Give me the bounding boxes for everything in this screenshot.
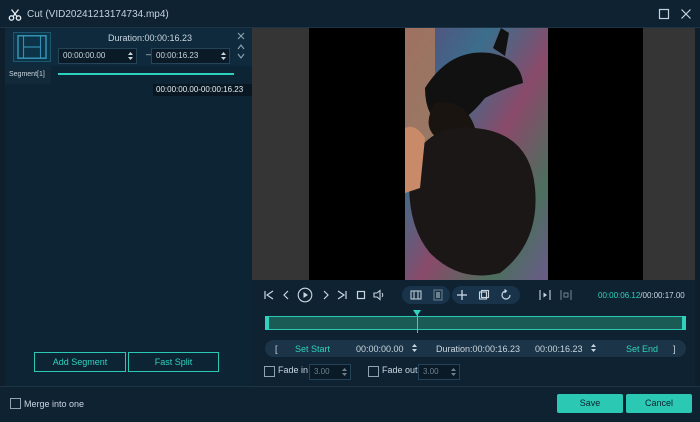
- end-spinner-icon[interactable]: [590, 342, 597, 354]
- fade-in-label: Fade in: [278, 365, 309, 375]
- trim-end-handle[interactable]: [682, 316, 686, 330]
- close-icon[interactable]: [679, 7, 693, 21]
- open-bracket: [: [275, 344, 278, 354]
- skip-to-start-icon[interactable]: [262, 288, 276, 302]
- previous-frame-icon[interactable]: [279, 288, 293, 302]
- segment-label: Segment[1]: [5, 66, 51, 84]
- segment-row[interactable]: Segment[1]: [5, 66, 252, 84]
- film-strip-icon: [13, 32, 51, 62]
- maximize-icon[interactable]: [657, 7, 671, 21]
- trim-start-handle[interactable]: [265, 316, 269, 330]
- fade-out-checkbox[interactable]: [368, 366, 379, 377]
- spinner-arrows-icon[interactable]: [127, 50, 134, 62]
- move-down-icon[interactable]: [236, 51, 246, 61]
- fade-in-row: Fade in 3.00: [264, 364, 354, 380]
- segment-start-input[interactable]: 00:00:00.00: [58, 48, 137, 64]
- add-icon[interactable]: [455, 288, 469, 302]
- scissors-icon: [8, 9, 22, 21]
- segment-start-value: 00:00:00.00: [63, 51, 106, 60]
- go-to-end-point-icon[interactable]: [559, 288, 573, 302]
- playback-controls: 00:00:06.12/00:00:17.00 [ Set Start 00:0…: [252, 280, 695, 386]
- add-segment-button[interactable]: Add Segment: [34, 352, 126, 372]
- trim-settings-bar: [ Set Start 00:00:00.00 Duration:00:00:1…: [265, 340, 686, 357]
- cancel-button[interactable]: Cancel: [626, 394, 692, 413]
- segment-duration: Duration:00:00:16.23: [108, 33, 193, 43]
- fade-out-input[interactable]: 3.00: [418, 364, 460, 380]
- go-to-start-point-icon[interactable]: [538, 288, 552, 302]
- copy-icon[interactable]: [477, 288, 491, 302]
- fade-out-label: Fade out: [382, 365, 418, 375]
- mark-in-icon[interactable]: [409, 288, 423, 302]
- playhead-marker[interactable]: [412, 310, 421, 316]
- set-end-button[interactable]: Set End: [626, 344, 658, 354]
- reset-icon[interactable]: [499, 288, 513, 302]
- segment-panel: Duration:00:00:16.23 00:00:00.00 – 00:00…: [5, 28, 253, 386]
- start-time-value[interactable]: 00:00:00.00: [356, 344, 404, 354]
- next-frame-icon[interactable]: [319, 288, 333, 302]
- fade-out-spinner-icon[interactable]: [450, 366, 457, 378]
- mark-out-icon[interactable]: [431, 288, 445, 302]
- close-bracket: ]: [673, 344, 676, 354]
- set-start-button[interactable]: Set Start: [295, 344, 330, 354]
- end-time-value[interactable]: 00:00:16.23: [535, 344, 583, 354]
- merge-checkbox[interactable]: [10, 398, 21, 409]
- fast-split-button[interactable]: Fast Split: [128, 352, 219, 372]
- fade-in-spinner-icon[interactable]: [341, 366, 348, 378]
- segment-end-input[interactable]: 00:00:16.23: [151, 48, 230, 64]
- fade-out-row: Fade out 3.00: [368, 364, 468, 380]
- current-time: 00:00:06.12: [598, 291, 641, 300]
- trim-timeline[interactable]: [265, 316, 686, 330]
- volume-icon[interactable]: [372, 288, 386, 302]
- footer-bar: Merge into one Save Cancel: [0, 386, 700, 422]
- play-icon[interactable]: [297, 287, 313, 303]
- segment-end-value: 00:00:16.23: [156, 51, 199, 60]
- fade-in-value: 3.00: [314, 367, 330, 376]
- merge-label: Merge into one: [24, 399, 85, 409]
- remove-segment-icon[interactable]: [236, 31, 246, 41]
- trim-duration: Duration:00:00:16.23: [436, 344, 521, 354]
- video-preview[interactable]: [252, 28, 695, 280]
- window-title: Cut (VID20241213174734.mp4): [27, 9, 169, 20]
- segment-range-tooltip: 00:00:00.00-00:00:16.23: [153, 84, 253, 96]
- fade-in-input[interactable]: 3.00: [309, 364, 351, 380]
- title-bar: Cut (VID20241213174734.mp4): [0, 0, 700, 28]
- segment-item[interactable]: Duration:00:00:16.23 00:00:00.00 – 00:00…: [5, 28, 252, 66]
- segment-progress-bar: [58, 73, 234, 75]
- fade-out-value: 3.00: [423, 367, 439, 376]
- spinner-arrows-icon[interactable]: [220, 50, 227, 62]
- skip-to-end-icon[interactable]: [335, 288, 349, 302]
- start-spinner-icon[interactable]: [411, 342, 418, 354]
- fade-in-checkbox[interactable]: [264, 366, 275, 377]
- save-button[interactable]: Save: [557, 394, 623, 413]
- stop-icon[interactable]: [354, 288, 368, 302]
- total-time: /00:00:17.00: [640, 291, 685, 300]
- video-still-image: [405, 28, 548, 280]
- video-frame: [309, 28, 643, 280]
- time-readout: 00:00:06.12/00:00:17.00: [598, 291, 685, 300]
